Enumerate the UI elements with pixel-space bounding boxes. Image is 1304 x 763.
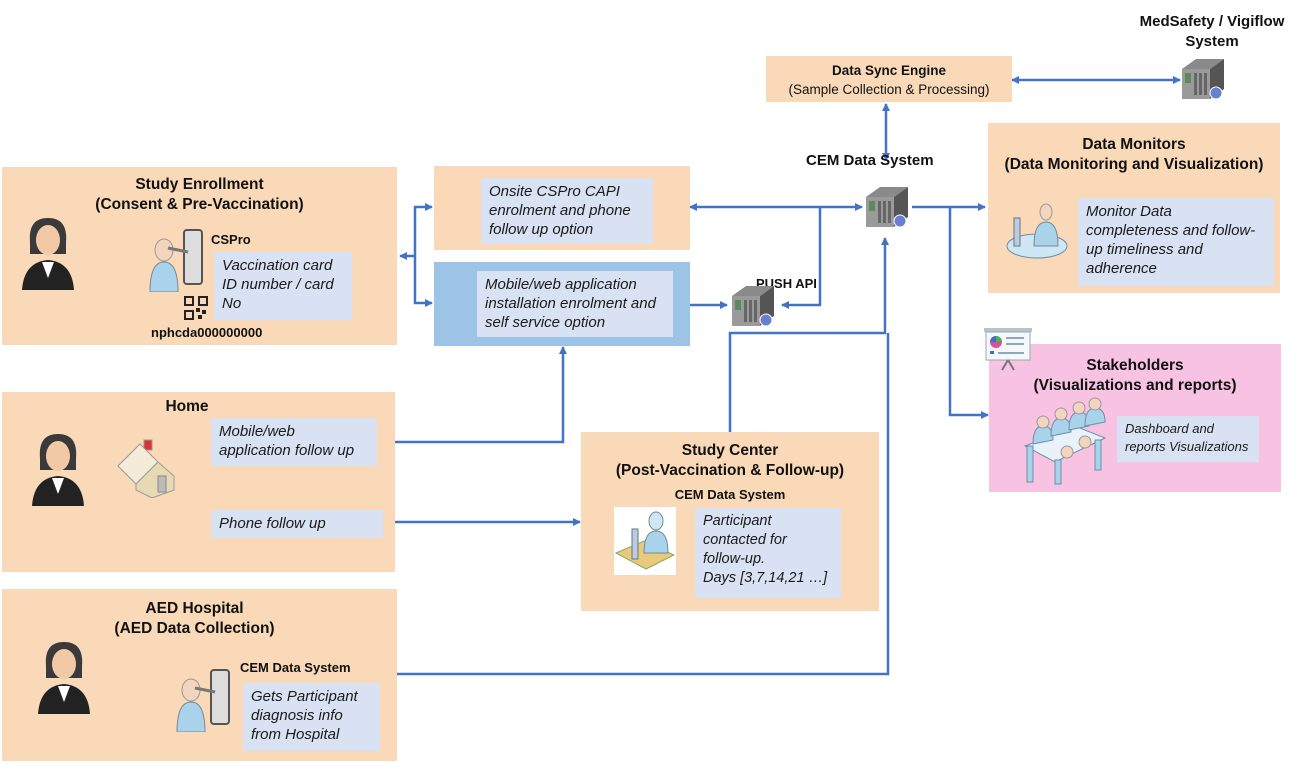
home-phone-note: Phone follow up xyxy=(211,510,383,538)
house-icon xyxy=(117,439,175,498)
study-center-note: Participant contacted for follow-up. Day… xyxy=(695,508,841,598)
hospital-title: AED Hospital xyxy=(145,600,244,617)
monitoring-workstation-icon xyxy=(1006,203,1068,259)
home-title: Home xyxy=(165,398,209,415)
enrollment-title: Study Enrollment xyxy=(135,176,264,193)
participant-avatar-icon xyxy=(22,218,74,290)
hospital-system-label: CEM Data System xyxy=(240,660,351,675)
connector-app-home xyxy=(379,346,567,446)
data-monitors-title: Data Monitors xyxy=(1082,136,1186,153)
home-mobile-note: Mobile/web application follow up xyxy=(211,418,377,466)
stakeholders-subtitle: (Visualizations and reports) xyxy=(1033,377,1237,394)
connector-hub-stakeholders xyxy=(948,207,989,419)
cspro-label: CSPro xyxy=(211,232,251,247)
data-monitors-note: Monitor Data completeness and follow- up… xyxy=(1078,198,1274,286)
push-api-server-icon[interactable] xyxy=(728,282,780,328)
mobile-app-note: Mobile/web application installation enro… xyxy=(477,271,673,337)
qr-code-icon xyxy=(184,296,208,320)
data-sync-subtitle: (Sample Collection & Processing) xyxy=(788,82,990,97)
medsafety-label: MedSafety / Vigiflow System xyxy=(1139,13,1285,50)
enrollment-note: Vaccination card ID number / card No xyxy=(214,252,352,320)
qr-id-label: nphcda000000000 xyxy=(151,325,263,340)
onsite-note: Onsite CSPro CAPI enrolment and phone fo… xyxy=(481,178,653,244)
hospital-note: Gets Participant diagnosis info from Hos… xyxy=(243,683,380,751)
data-monitors-subtitle: (Data Monitoring and Visualization) xyxy=(1004,156,1264,173)
participant-avatar-icon xyxy=(32,434,84,506)
presentation-board-icon xyxy=(984,328,1032,371)
connector-enrollment-split xyxy=(413,203,433,307)
cem-hub-label: CEM Data System xyxy=(806,152,934,169)
study-center-system-label: CEM Data System xyxy=(674,487,786,502)
tablet-user-icon xyxy=(149,229,203,292)
meeting-group-icon xyxy=(1023,397,1107,485)
cem-hub-server-icon[interactable] xyxy=(862,183,914,229)
medsafety-server-icon[interactable] xyxy=(1178,55,1230,101)
study-center-subtitle: (Post-Vaccination & Follow-up) xyxy=(615,462,845,479)
participant-avatar-icon xyxy=(38,642,90,714)
stakeholders-note: Dashboard and reports Visualizations xyxy=(1117,416,1259,462)
connector-center-hub xyxy=(728,237,889,432)
study-center-title: Study Center xyxy=(681,442,779,459)
data-sync-engine-box[interactable]: Data Sync Engine (Sample Collection & Pr… xyxy=(766,56,1012,102)
data-sync-title: Data Sync Engine xyxy=(831,63,947,78)
tablet-user-icon xyxy=(176,669,230,732)
call-center-agent-icon xyxy=(614,507,676,575)
